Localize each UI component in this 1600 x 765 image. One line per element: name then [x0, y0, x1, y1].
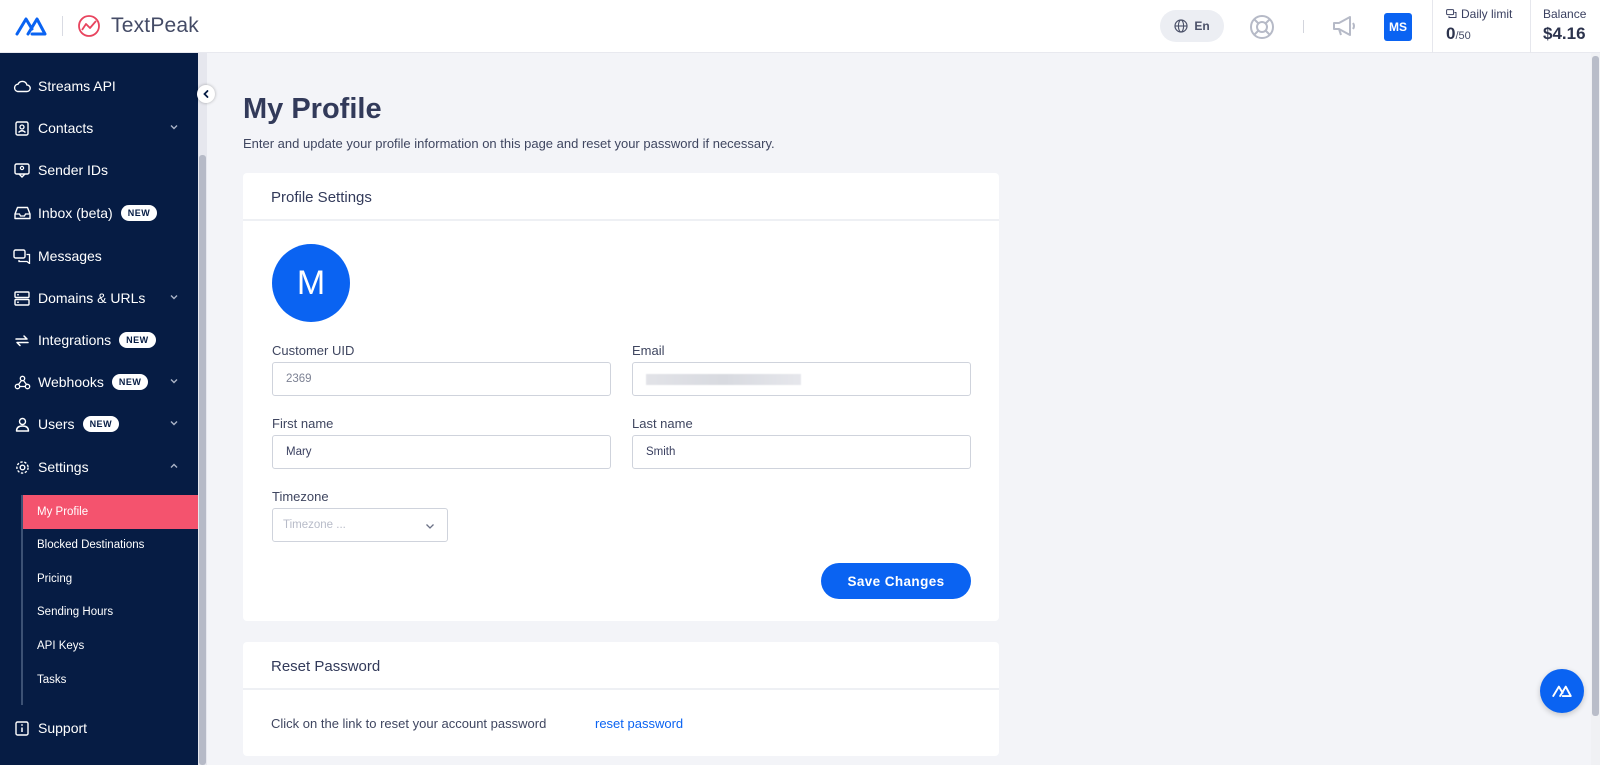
chat-widget-button[interactable]	[1540, 669, 1584, 713]
daily-limit-total: /50	[1455, 30, 1471, 42]
submenu-item-blocked-destinations[interactable]: Blocked Destinations	[23, 528, 198, 562]
webhook-icon	[13, 373, 31, 391]
chevron-down-icon	[170, 125, 178, 130]
submenu-item-pricing[interactable]: Pricing	[23, 562, 198, 596]
redacted-email-value	[646, 373, 801, 385]
sidebar-item-users[interactable]: Users NEW	[0, 408, 198, 440]
save-changes-button[interactable]: Save Changes	[821, 563, 971, 599]
textpeak-logo-icon	[1552, 685, 1572, 697]
customer-uid-field[interactable]: 2369	[272, 362, 611, 396]
sidebar-item-label: Settings	[38, 459, 89, 475]
new-badge: NEW	[82, 416, 120, 432]
email-field[interactable]	[632, 362, 971, 396]
user-icon	[13, 415, 31, 433]
reset-password-title: Reset Password	[243, 642, 999, 690]
chevron-down-icon	[170, 379, 178, 384]
sidebar-item-inbox[interactable]: Inbox (beta) NEW	[0, 197, 198, 229]
timezone-placeholder: Timezone ...	[283, 519, 346, 531]
sidebar-item-label: Messages	[38, 248, 102, 264]
support-info-icon	[13, 719, 31, 737]
sidebar-item-label: Webhooks	[38, 374, 104, 390]
customer-uid-label: Customer UID	[272, 343, 355, 358]
first-name-label: First name	[272, 416, 334, 431]
profile-settings-title: Profile Settings	[243, 173, 999, 221]
balance-widget[interactable]: Balance $4.16	[1530, 0, 1600, 53]
contacts-icon	[13, 119, 31, 137]
profile-avatar[interactable]: M	[272, 244, 350, 322]
reset-password-card: Reset Password Click on the link to rese…	[243, 642, 999, 756]
balance-label: Balance	[1543, 7, 1587, 21]
sidebar-item-label: Support	[38, 720, 88, 736]
chevron-down-icon	[426, 524, 434, 529]
daily-limit-label-row: Daily limit	[1446, 7, 1530, 21]
chat-bubbles-icon	[1446, 9, 1457, 18]
sender-id-icon	[13, 161, 31, 179]
sidebar-item-label: Integrations	[38, 332, 112, 348]
submenu-item-my-profile[interactable]: My Profile	[23, 495, 198, 529]
last-name-label: Last name	[632, 416, 693, 431]
sidebar-scrollbar-thumb[interactable]	[199, 155, 206, 765]
new-badge: NEW	[119, 332, 156, 348]
messages-icon	[13, 247, 31, 265]
timezone-label: Timezone	[272, 489, 329, 504]
collapse-sidebar-button[interactable]	[197, 85, 215, 103]
top-bar: TextPeak En MS Daily limit 0/50 Balance …	[0, 0, 1600, 53]
globe-icon	[1174, 19, 1188, 33]
sidebar-item-settings[interactable]: Settings	[0, 451, 198, 483]
chevron-left-icon	[203, 90, 209, 98]
sidebar-item-contacts[interactable]: Contacts	[0, 112, 198, 144]
sidebar-item-domains-urls[interactable]: Domains & URLs	[0, 282, 198, 314]
chevron-down-icon	[170, 295, 178, 300]
daily-limit-widget[interactable]: Daily limit 0/50	[1432, 0, 1530, 53]
server-icon	[13, 289, 31, 307]
sidebar-item-webhooks[interactable]: Webhooks NEW	[0, 366, 198, 398]
sidebar-item-label: Domains & URLs	[38, 290, 146, 306]
new-badge: NEW	[111, 374, 149, 390]
daily-limit-label: Daily limit	[1461, 7, 1513, 21]
sidebar-item-messages[interactable]: Messages	[0, 240, 198, 272]
page-title: My Profile	[243, 93, 382, 125]
sidebar-item-support[interactable]: Support	[0, 712, 198, 744]
last-name-field[interactable]: Smith	[632, 435, 971, 469]
sidebar-item-integrations[interactable]: Integrations NEW	[0, 324, 198, 356]
new-badge: NEW	[120, 205, 158, 221]
textpeak-logo-icon[interactable]	[15, 15, 47, 37]
lifebuoy-help-icon[interactable]	[1249, 14, 1275, 40]
sidebar-item-label: Sender IDs	[38, 162, 109, 178]
chevron-up-icon	[170, 463, 178, 468]
sidebar-item-label: Inbox (beta)	[38, 205, 113, 221]
chart-brand-icon	[78, 15, 100, 37]
page-description: Enter and update your profile informatio…	[243, 136, 775, 151]
sidebar-item-label: Streams API	[38, 78, 116, 94]
user-avatar[interactable]: MS	[1384, 13, 1412, 41]
sync-icon	[13, 331, 31, 349]
timezone-select[interactable]: Timezone ...	[272, 508, 448, 542]
submenu-item-tasks[interactable]: Tasks	[23, 663, 198, 697]
balance-value: $4.16	[1543, 24, 1586, 43]
first-name-field[interactable]: Mary	[272, 435, 611, 469]
top-divider	[1303, 20, 1304, 33]
reset-password-text: Click on the link to reset your account …	[271, 716, 547, 731]
reset-password-link[interactable]: reset password	[595, 716, 683, 731]
profile-settings-card: Profile Settings M Customer UID 2369 Ema…	[243, 173, 999, 621]
sidebar-item-label: Contacts	[38, 120, 94, 136]
language-selector[interactable]: En	[1160, 10, 1224, 42]
sidebar: Streams API Contacts Sender IDs Inbox (b…	[0, 53, 198, 765]
daily-limit-value: 0/50	[1446, 24, 1530, 44]
main-scrollbar-thumb[interactable]	[1592, 56, 1599, 716]
logo-divider	[62, 16, 63, 36]
inbox-icon	[13, 204, 31, 222]
submenu-item-sending-hours[interactable]: Sending Hours	[23, 595, 198, 629]
sidebar-item-sender-ids[interactable]: Sender IDs	[0, 154, 198, 186]
brand-name[interactable]: TextPeak	[111, 14, 199, 38]
sidebar-item-streams-api[interactable]: Streams API	[0, 70, 198, 102]
cloud-icon	[13, 77, 31, 95]
megaphone-icon[interactable]	[1331, 14, 1357, 38]
sidebar-item-label: Users	[38, 416, 75, 432]
chevron-down-icon	[170, 421, 178, 426]
gear-icon	[13, 458, 31, 476]
language-label: En	[1194, 19, 1210, 33]
email-label: Email	[632, 343, 665, 358]
submenu-item-api-keys[interactable]: API Keys	[23, 629, 198, 663]
